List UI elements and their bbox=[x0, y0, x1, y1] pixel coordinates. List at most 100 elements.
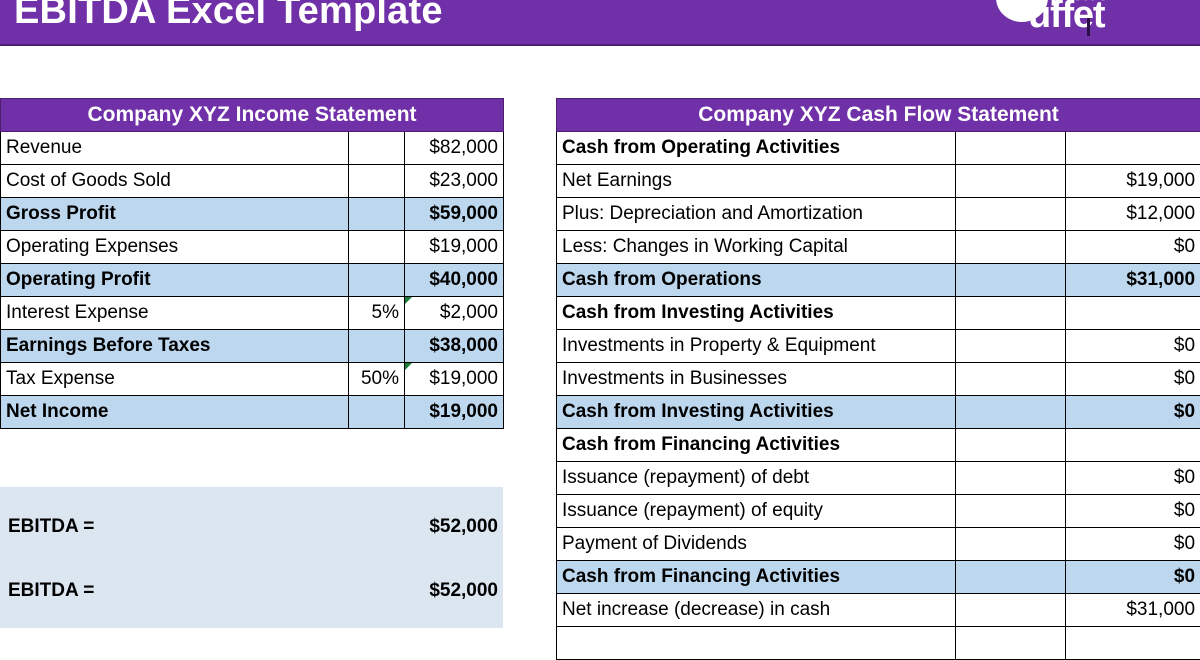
spoon-stem-icon bbox=[1087, 18, 1090, 36]
row-value: $40,000 bbox=[405, 264, 504, 297]
row-label: Operating Expenses bbox=[1, 231, 349, 264]
section-header-row[interactable]: Cash from Investing Activities bbox=[557, 297, 1200, 330]
row-value-with-comment-marker: $19,000 bbox=[405, 363, 504, 396]
ebitda-label: EBITDA = bbox=[8, 575, 94, 607]
row-mid bbox=[956, 561, 1066, 594]
income-statement-body: Company XYZ Income Statement Revenue $82… bbox=[1, 99, 504, 429]
section-label: Cash from Investing Activities bbox=[557, 297, 956, 330]
table-row[interactable]: Revenue $82,000 bbox=[1, 132, 504, 165]
row-label: Investments in Property & Equipment bbox=[557, 330, 956, 363]
table-row[interactable]: Tax Expense 50% $19,000 bbox=[1, 363, 504, 396]
table-row[interactable]: Earnings Before Taxes $38,000 bbox=[1, 330, 504, 363]
row-mid bbox=[956, 594, 1066, 627]
row-mid bbox=[956, 165, 1066, 198]
subtotal-row[interactable]: Cash from Operations $31,000 bbox=[557, 264, 1200, 297]
ebitda-value: $52,000 bbox=[429, 575, 498, 607]
row-label: Operating Profit bbox=[1, 264, 349, 297]
table-row[interactable]: Issuance (repayment) of equity $0 bbox=[557, 495, 1200, 528]
table-row[interactable] bbox=[557, 627, 1200, 660]
row-value: $82,000 bbox=[405, 132, 504, 165]
row-label: Net Earnings bbox=[557, 165, 956, 198]
page-banner: EBITDA Excel Template Template uffet bbox=[0, 0, 1200, 46]
section-header-row[interactable]: Cash from Financing Activities bbox=[557, 429, 1200, 462]
row-label: Less: Changes in Working Capital bbox=[557, 231, 956, 264]
table-row[interactable]: Issuance (repayment) of debt $0 bbox=[557, 462, 1200, 495]
row-rate bbox=[349, 231, 405, 264]
row-value: $0 bbox=[1066, 363, 1200, 396]
row-rate bbox=[349, 132, 405, 165]
row-rate bbox=[349, 264, 405, 297]
section-label: Cash from Operating Activities bbox=[557, 132, 956, 165]
spacer-cell bbox=[956, 297, 1066, 330]
row-mid bbox=[956, 231, 1066, 264]
section-header-row[interactable]: Cash from Operating Activities bbox=[557, 132, 1200, 165]
table-row[interactable]: Gross Profit $59,000 bbox=[1, 198, 504, 231]
row-value: $0 bbox=[1066, 495, 1200, 528]
spreadsheet-canvas: Company XYZ Income Statement Revenue $82… bbox=[0, 46, 1200, 630]
row-value bbox=[1066, 627, 1200, 660]
subtotal-row[interactable]: Cash from Financing Activities $0 bbox=[557, 561, 1200, 594]
subtotal-row[interactable]: Cash from Investing Activities $0 bbox=[557, 396, 1200, 429]
row-rate bbox=[349, 165, 405, 198]
row-label: Net Income bbox=[1, 396, 349, 429]
spacer-cell bbox=[956, 429, 1066, 462]
row-label: Tax Expense bbox=[1, 363, 349, 396]
spacer-cell bbox=[1066, 429, 1200, 462]
table-row[interactable]: Net Income $19,000 bbox=[1, 396, 504, 429]
brand-logo[interactable]: Template uffet bbox=[952, 0, 1182, 44]
ebitda-summary-block: EBITDA = $52,000 EBITDA = $52,000 bbox=[0, 487, 503, 628]
section-label: Cash from Financing Activities bbox=[557, 429, 956, 462]
row-label: Cash from Investing Activities bbox=[557, 396, 956, 429]
row-mid bbox=[956, 528, 1066, 561]
row-value: $19,000 bbox=[405, 396, 504, 429]
row-value: $0 bbox=[1066, 396, 1200, 429]
row-label: Cost of Goods Sold bbox=[1, 165, 349, 198]
table-row[interactable]: Interest Expense 5% $2,000 bbox=[1, 297, 504, 330]
table-row[interactable]: Operating Profit $40,000 bbox=[1, 264, 504, 297]
row-label: Issuance (repayment) of debt bbox=[557, 462, 956, 495]
row-value: $23,000 bbox=[405, 165, 504, 198]
row-label: Payment of Dividends bbox=[557, 528, 956, 561]
row-label bbox=[557, 627, 956, 660]
logo-word-bottom: uffet bbox=[1028, 0, 1104, 37]
row-rate: 5% bbox=[349, 297, 405, 330]
row-value: $31,000 bbox=[1066, 594, 1200, 627]
row-value: $19,000 bbox=[405, 231, 504, 264]
table-row[interactable]: Payment of Dividends $0 bbox=[557, 528, 1200, 561]
cash-flow-statement-body: Company XYZ Cash Flow Statement Cash fro… bbox=[557, 99, 1200, 660]
row-mid bbox=[956, 264, 1066, 297]
row-value: $0 bbox=[1066, 462, 1200, 495]
income-statement-table: Company XYZ Income Statement Revenue $82… bbox=[0, 98, 504, 429]
row-mid bbox=[956, 363, 1066, 396]
table-row[interactable]: Net increase (decrease) in cash $31,000 bbox=[557, 594, 1200, 627]
table-row[interactable]: Plus: Depreciation and Amortization $12,… bbox=[557, 198, 1200, 231]
cash-flow-statement-title: Company XYZ Cash Flow Statement bbox=[557, 99, 1200, 132]
row-label: Plus: Depreciation and Amortization bbox=[557, 198, 956, 231]
ebitda-label: EBITDA = bbox=[8, 511, 94, 543]
table-row[interactable]: Net Earnings $19,000 bbox=[557, 165, 1200, 198]
row-label: Cash from Financing Activities bbox=[557, 561, 956, 594]
row-rate bbox=[349, 330, 405, 363]
table-row[interactable]: Less: Changes in Working Capital $0 bbox=[557, 231, 1200, 264]
spacer-cell bbox=[956, 132, 1066, 165]
row-value: $0 bbox=[1066, 231, 1200, 264]
row-value: $59,000 bbox=[405, 198, 504, 231]
ebitda-row[interactable]: EBITDA = $52,000 bbox=[0, 511, 503, 543]
row-mid bbox=[956, 495, 1066, 528]
row-label: Cash from Operations bbox=[557, 264, 956, 297]
table-row[interactable]: Cost of Goods Sold $23,000 bbox=[1, 165, 504, 198]
table-row[interactable]: Operating Expenses $19,000 bbox=[1, 231, 504, 264]
table-row[interactable]: Investments in Property & Equipment $0 bbox=[557, 330, 1200, 363]
row-rate bbox=[349, 198, 405, 231]
row-value: $0 bbox=[1066, 528, 1200, 561]
row-value: $19,000 bbox=[1066, 165, 1200, 198]
table-row[interactable]: Investments in Businesses $0 bbox=[557, 363, 1200, 396]
row-label: Gross Profit bbox=[1, 198, 349, 231]
page-title: EBITDA Excel Template bbox=[14, 0, 443, 33]
ebitda-value: $52,000 bbox=[429, 511, 498, 543]
ebitda-row[interactable]: EBITDA = $52,000 bbox=[0, 575, 503, 607]
row-label: Investments in Businesses bbox=[557, 363, 956, 396]
cash-flow-header-row: Company XYZ Cash Flow Statement bbox=[557, 99, 1200, 132]
row-rate bbox=[349, 396, 405, 429]
row-value: $0 bbox=[1066, 561, 1200, 594]
